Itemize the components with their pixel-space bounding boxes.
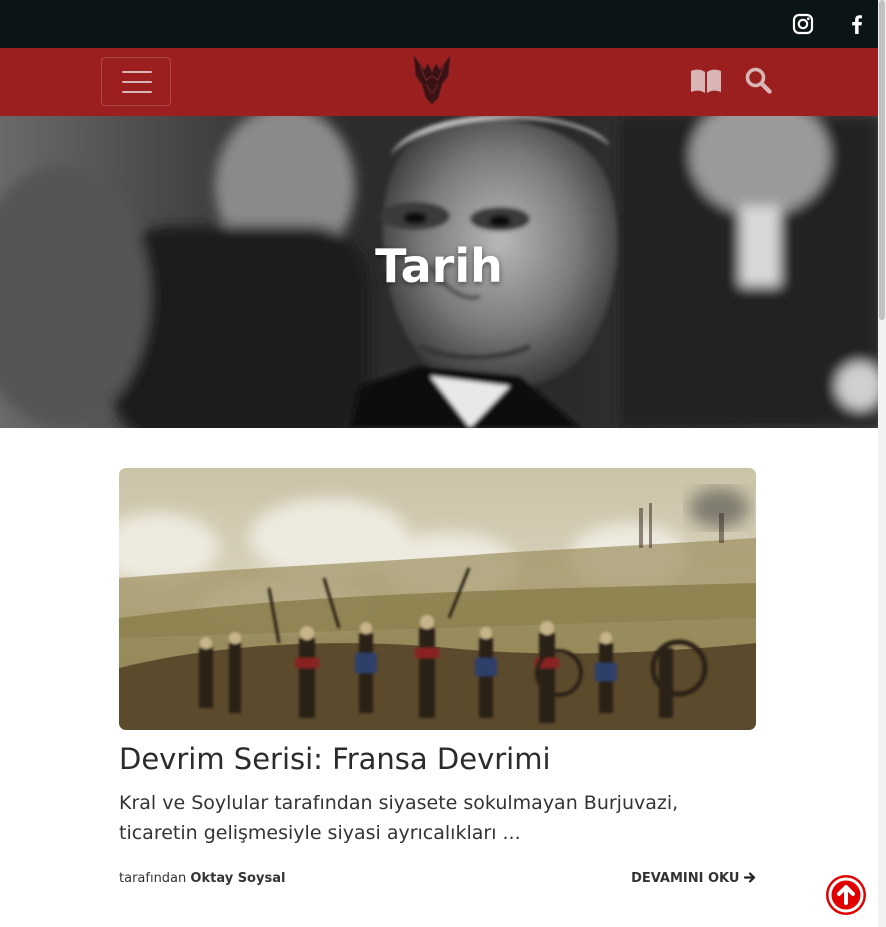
byline-label: tarafından [119,871,187,886]
post-byline: tarafından Oktay Soysal [119,871,285,886]
hamburger-icon [122,71,152,73]
menu-toggle-button[interactable] [101,57,171,106]
hamburger-icon-bar [122,91,152,93]
category-hero: Tarih [0,116,878,428]
scrollbar-thumb[interactable] [879,0,885,320]
instagram-icon[interactable] [791,12,815,36]
post-card: Devrim Serisi: Fransa Devrimi Kral ve So… [119,468,756,886]
author-link[interactable]: Oktay Soysal [190,871,285,886]
scroll-to-top-button[interactable] [826,875,866,915]
wolf-head-logo[interactable] [408,54,456,106]
post-meta: tarafından Oktay Soysal DEVAMINI OKU [119,869,756,889]
search-icon[interactable] [744,66,772,94]
post-thumbnail[interactable] [119,468,756,730]
read-more-label: DEVAMINI OKU [631,871,740,886]
read-more-link[interactable]: DEVAMINI OKU [631,871,756,886]
open-book-icon[interactable] [690,68,722,94]
arrow-right-icon [743,872,756,883]
post-title-link[interactable]: Devrim Serisi: Fransa Devrimi [119,740,756,778]
facebook-icon[interactable] [845,12,869,36]
hamburger-icon-bar [122,81,152,83]
post-excerpt: Kral ve Soylular tarafından siyasete sok… [119,792,679,844]
main-navbar [0,48,878,116]
page-scrollbar[interactable] [878,0,886,927]
top-bar [0,0,878,48]
page-title: Tarih [375,239,503,293]
arrow-up-circle-icon [828,877,864,913]
